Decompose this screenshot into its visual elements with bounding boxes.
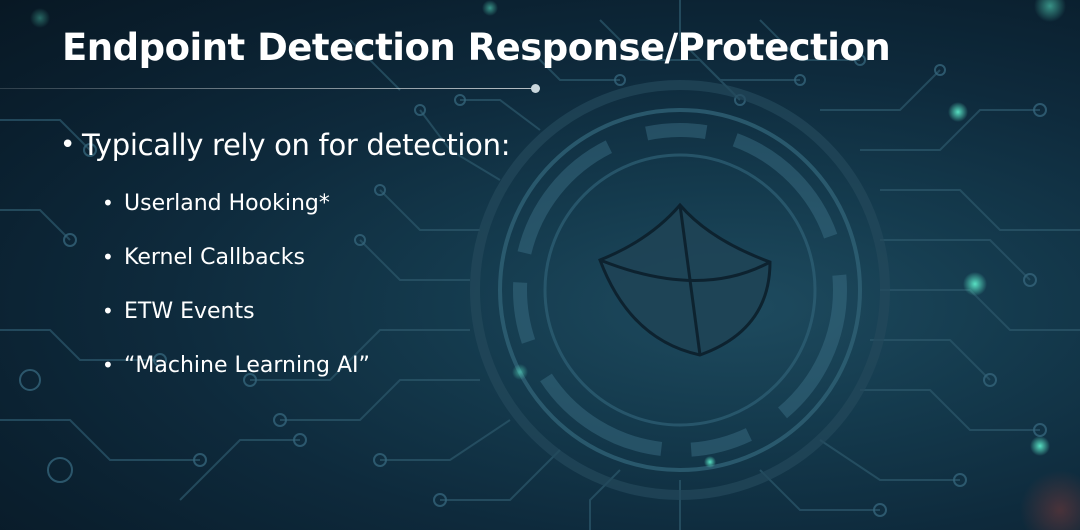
slide: Endpoint Detection Response/Protection •… xyxy=(0,0,1080,530)
bullet-glyph: • xyxy=(102,245,114,269)
sub-bullet-item: • “Machine Learning AI” xyxy=(102,338,510,392)
sub-bullet-text: ETW Events xyxy=(124,298,255,324)
sub-bullet-text: “Machine Learning AI” xyxy=(124,352,370,378)
title-underline-dot xyxy=(531,84,540,93)
title-underline xyxy=(0,88,535,89)
sub-bullet-item: • Userland Hooking* xyxy=(102,176,510,230)
bullet-glyph: • xyxy=(60,130,76,160)
sub-bullet-list: • Userland Hooking* • Kernel Callbacks •… xyxy=(102,176,510,392)
sub-bullet-item: • ETW Events xyxy=(102,284,510,338)
sub-bullet-item: • Kernel Callbacks xyxy=(102,230,510,284)
bullet-glyph: • xyxy=(102,191,114,215)
bullet-list: • Typically rely on for detection: • Use… xyxy=(60,128,510,392)
bullet-item: • Typically rely on for detection: xyxy=(60,128,510,162)
sub-bullet-text: Kernel Callbacks xyxy=(124,244,305,270)
bullet-text: Typically rely on for detection: xyxy=(82,128,511,162)
sub-bullet-text: Userland Hooking* xyxy=(124,190,330,216)
slide-title: Endpoint Detection Response/Protection xyxy=(62,26,891,69)
shield-icon xyxy=(598,202,772,357)
bullet-glyph: • xyxy=(102,299,114,323)
bullet-glyph: • xyxy=(102,353,114,377)
